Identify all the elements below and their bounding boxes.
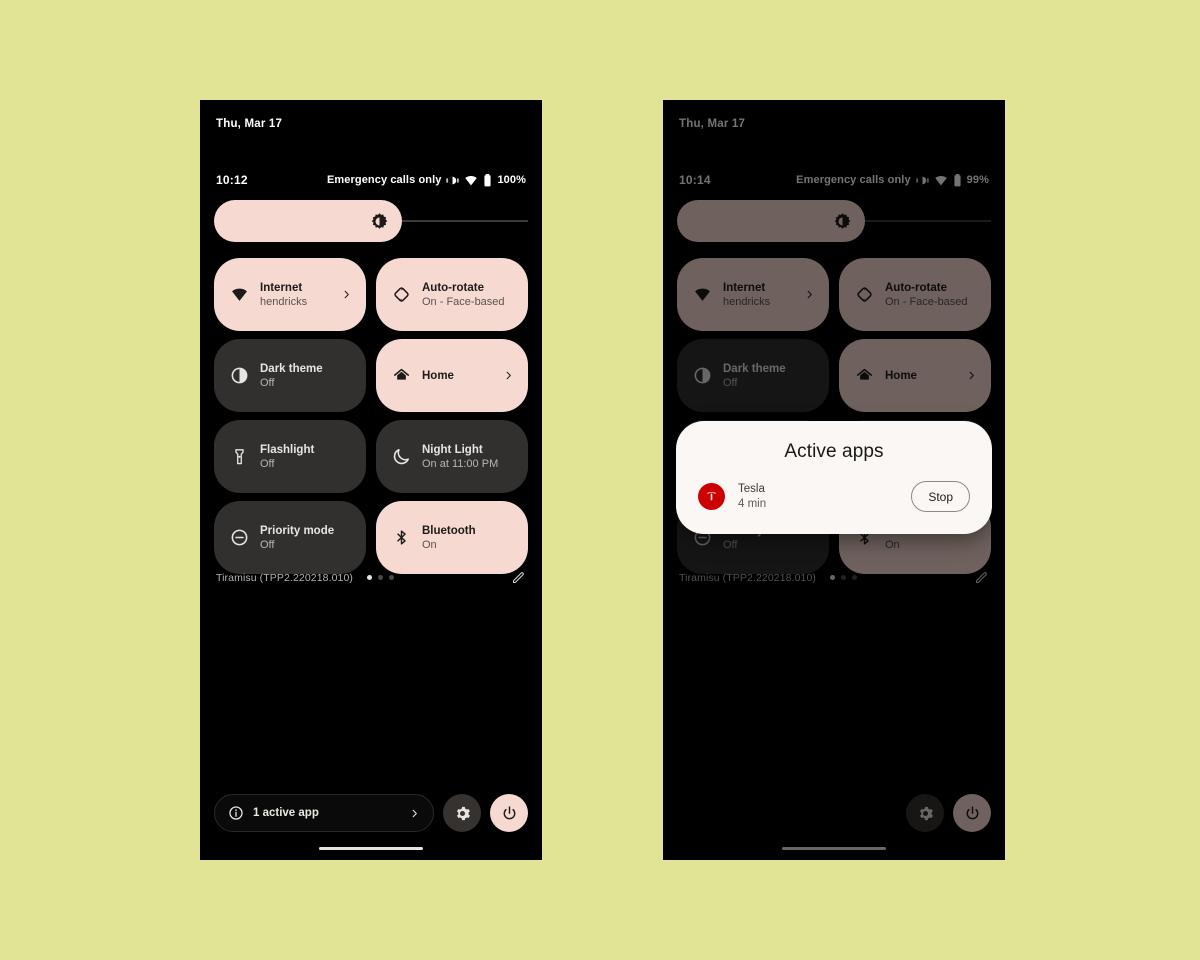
quick-settings-screen-dimmed: Thu, Mar 17 10:14 Emergency calls only 9… (663, 100, 1005, 860)
tile-title: Flashlight (260, 443, 315, 456)
power-button[interactable] (490, 794, 528, 832)
wifi-icon (228, 286, 250, 303)
tile-subtitle: Off (260, 457, 275, 470)
build-row: Tiramisu (TPP2.220218.010) (216, 570, 526, 585)
chevron-right-icon[interactable] (409, 808, 420, 819)
brightness-icon (370, 212, 389, 231)
tile-auto-rotate[interactable]: Auto-rotate On - Face-based (376, 258, 528, 331)
auto-rotate-icon (390, 285, 412, 304)
page-dot[interactable] (367, 575, 373, 580)
tile-bluetooth[interactable]: Bluetooth On (376, 501, 528, 574)
page-indicator (367, 575, 395, 580)
brightness-slider[interactable] (214, 200, 528, 242)
phone-left: Thu, Mar 17 10:12 Emergency calls only 1… (200, 100, 542, 860)
power-icon (501, 805, 518, 822)
active-apps-dialog: Active apps Tesla 4 min Stop (676, 421, 992, 534)
active-apps-chip[interactable]: 1 active app (214, 794, 434, 832)
tile-subtitle: On (422, 538, 437, 551)
tile-dark-theme[interactable]: Dark theme Off (214, 339, 366, 412)
vibrate-icon (446, 174, 460, 187)
battery-icon (483, 173, 492, 187)
dialog-title: Active apps (784, 441, 884, 462)
tile-title: Priority mode (260, 524, 335, 537)
battery-percent: 100% (497, 174, 526, 186)
page-dot[interactable] (389, 575, 395, 580)
tile-subtitle: hendricks (260, 295, 308, 308)
home-icon (390, 366, 412, 385)
page-dot[interactable] (378, 575, 384, 580)
flashlight-icon (228, 447, 250, 466)
active-apps-label: 1 active app (253, 807, 319, 819)
tile-title: Bluetooth (422, 524, 476, 537)
moon-icon (390, 447, 412, 466)
tile-title: Home (422, 369, 454, 382)
tile-night-light[interactable]: Night Light On at 11:00 PM (376, 420, 528, 493)
quick-settings-screen: Thu, Mar 17 10:12 Emergency calls only 1… (200, 100, 542, 860)
tile-subtitle: On - Face-based (422, 295, 505, 308)
tile-subtitle: Off (260, 538, 275, 551)
tile-flashlight[interactable]: Flashlight Off (214, 420, 366, 493)
status-bar: 10:12 Emergency calls only 100% (216, 172, 526, 188)
home-indicator[interactable] (319, 847, 423, 850)
tile-home[interactable]: Home (376, 339, 528, 412)
tile-title: Dark theme (260, 362, 323, 375)
wifi-icon (464, 174, 478, 187)
quick-settings-tiles: Internet hendricks Auto-rotate On - Face… (214, 258, 528, 574)
app-name: Tesla (738, 482, 765, 495)
active-app-row: Tesla 4 min Stop (676, 481, 992, 512)
tile-internet[interactable]: Internet hendricks (214, 258, 366, 331)
bottom-bar: 1 active app (214, 794, 528, 832)
chevron-right-icon[interactable] (502, 370, 514, 381)
status-clock: 10:12 (216, 173, 248, 187)
settings-button[interactable] (443, 794, 481, 832)
brightness-fill[interactable] (214, 200, 402, 242)
bluetooth-icon (390, 528, 412, 547)
date-label: Thu, Mar 17 (216, 118, 283, 130)
chevron-right-icon[interactable] (340, 289, 352, 300)
tile-subtitle: On at 11:00 PM (422, 457, 499, 470)
tesla-icon (698, 483, 725, 510)
info-icon (228, 805, 244, 821)
tile-subtitle: Off (260, 376, 275, 389)
dark-theme-icon (228, 366, 250, 385)
tile-priority-mode[interactable]: Priority mode Off (214, 501, 366, 574)
build-label: Tiramisu (TPP2.220218.010) (216, 571, 354, 584)
gear-icon (454, 805, 471, 822)
app-duration: 4 min (738, 497, 767, 510)
carrier-label: Emergency calls only (326, 174, 442, 186)
tile-title: Internet (260, 281, 303, 294)
tile-title: Night Light (422, 443, 483, 456)
stop-button[interactable]: Stop (911, 481, 970, 512)
phone-right: Thu, Mar 17 10:14 Emergency calls only 9… (663, 100, 1005, 860)
do-not-disturb-icon (228, 528, 250, 547)
pencil-icon[interactable] (511, 570, 526, 585)
tile-title: Auto-rotate (422, 281, 484, 294)
